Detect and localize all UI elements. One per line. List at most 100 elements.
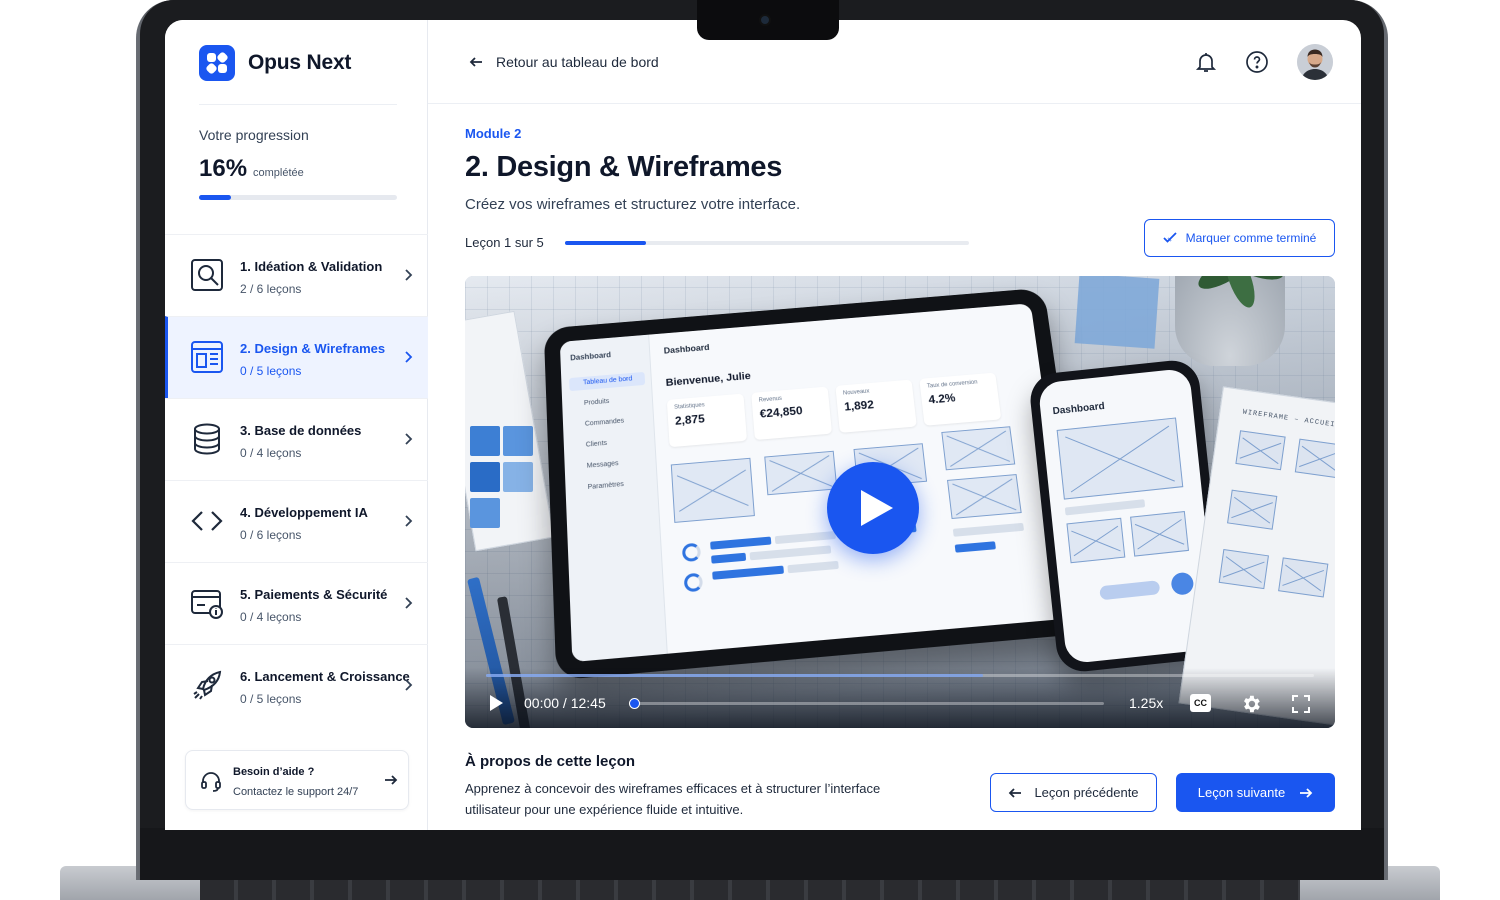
wireframe-placeholder: [1130, 511, 1189, 557]
support-title: Besoin d’aide ?: [233, 766, 314, 778]
phone-button: [1099, 580, 1160, 600]
module-item-ideation[interactable]: 1. Idéation & Validation 2 / 6 leçons: [165, 234, 428, 316]
tablet-nav-item: Messages: [572, 455, 649, 475]
module-lessons: 0 / 5 leçons: [240, 364, 301, 378]
help-icon[interactable]: [1245, 50, 1269, 74]
tablet-screen: Dashboard Tableau de bord Produits Comma…: [560, 303, 1075, 662]
module-title: 3. Base de données: [240, 423, 361, 438]
camera-icon: [761, 16, 769, 24]
camera-notch: [697, 0, 839, 40]
database-icon: [189, 421, 225, 457]
bar-mark: [711, 553, 746, 564]
code-icon: [189, 503, 225, 539]
bar-mark: [955, 541, 996, 552]
tablet-nav-item: Clients: [572, 434, 649, 454]
chevron-right-icon: [401, 514, 415, 528]
play-button[interactable]: [827, 462, 919, 554]
app-screen: Opus Next Votre progression 16% complété…: [165, 20, 1361, 830]
video-time: 00:00 / 12:45: [524, 695, 606, 711]
arrow-right-icon: [383, 772, 399, 788]
page-title: 2. Design & Wireframes: [465, 151, 782, 184]
bar-track: [775, 531, 836, 544]
tablet-nav-item: Commandes: [571, 413, 648, 433]
module-label: Module 2: [465, 126, 521, 141]
lesson-progress-bar: [565, 241, 969, 245]
laptop-chin: [140, 828, 1384, 880]
buffer-fill: [486, 674, 983, 677]
wireframe-placeholder: [1066, 518, 1125, 564]
fullscreen-icon[interactable]: [1291, 694, 1311, 714]
stat-card: Statistiques 2,875: [667, 394, 747, 448]
mark-complete-button[interactable]: Marquer comme terminé: [1144, 219, 1335, 257]
play-icon[interactable]: [487, 694, 505, 712]
seek-handle[interactable]: [629, 698, 640, 709]
chevron-right-icon: [401, 350, 415, 364]
next-lesson-label: Leçon suivante: [1198, 785, 1285, 800]
module-lessons: 2 / 6 leçons: [240, 282, 301, 296]
app-name: Opus Next: [248, 51, 351, 75]
bell-icon[interactable]: [1194, 50, 1218, 74]
wireframe-sketch: [1235, 430, 1285, 470]
wireframe-placeholder: [1057, 417, 1184, 499]
gear-icon[interactable]: [1240, 693, 1262, 715]
brand[interactable]: Opus Next: [199, 45, 351, 81]
progress-label: Votre progression: [199, 127, 309, 143]
module-item-ai-dev[interactable]: 4. Développement IA 0 / 6 leçons: [165, 480, 428, 562]
tablet-title: Dashboard: [664, 343, 710, 356]
video-player[interactable]: Dashboard Tableau de bord Produits Comma…: [465, 276, 1335, 728]
about-title: À propos de cette leçon: [465, 753, 635, 770]
tablet-sidebar: Dashboard Tableau de bord Produits Comma…: [560, 335, 668, 662]
tablet-nav-item: Produits: [570, 392, 646, 411]
tablet-nav-brand: Dashboard: [570, 351, 611, 363]
tablet-welcome: Bienvenue, Julie: [665, 371, 751, 389]
lesson-subtitle: Créez vos wireframes et structurez votre…: [465, 196, 800, 213]
stat-value: 1,892: [844, 395, 908, 413]
blueprint-paper: [1075, 276, 1160, 349]
module-lessons: 0 / 6 leçons: [240, 528, 301, 542]
chevron-right-icon: [401, 432, 415, 446]
notebook-title: WIREFRAME – ACCUEIL: [1242, 408, 1335, 430]
lesson-content: Module 2 2. Design & Wireframes Créez vo…: [428, 104, 1361, 830]
bar-track: [750, 545, 832, 560]
captions-button[interactable]: CC: [1190, 694, 1211, 712]
lesson-count: Leçon 1 sur 5: [465, 235, 544, 250]
module-item-database[interactable]: 3. Base de données 0 / 4 leçons: [165, 398, 428, 480]
playback-speed[interactable]: 1.25x: [1129, 695, 1163, 711]
stat-card: Revenus €24,850: [751, 387, 832, 441]
previous-lesson-button[interactable]: Leçon précédente: [990, 773, 1157, 812]
chevron-right-icon: [401, 678, 415, 692]
next-lesson-button[interactable]: Leçon suivante: [1176, 773, 1335, 812]
arrow-right-icon: [1299, 786, 1313, 800]
module-title: 5. Paiements & Sécurité: [240, 587, 387, 602]
back-to-dashboard-link[interactable]: Retour au tableau de bord: [468, 54, 659, 70]
card-lock-icon: [189, 585, 225, 621]
mark-complete-label: Marquer comme terminé: [1186, 231, 1317, 245]
rocket-icon: [189, 667, 225, 703]
bar-mark: [712, 566, 784, 580]
bar-track: [953, 523, 1024, 537]
check-icon: [1163, 231, 1177, 245]
sidebar: Opus Next Votre progression 16% complété…: [165, 20, 428, 830]
tablet-nav-item: Tableau de bord: [569, 372, 645, 391]
video-controls: 00:00 / 12:45 1.25x CC: [465, 668, 1335, 728]
avatar-image: [1297, 44, 1333, 80]
module-item-design[interactable]: 2. Design & Wireframes 0 / 5 leçons: [165, 316, 428, 398]
color-swatches: [465, 426, 540, 536]
progress-suffix: complétée: [253, 167, 304, 179]
bar-track: [787, 561, 838, 573]
progress-ring: [684, 573, 704, 593]
chevron-right-icon: [401, 596, 415, 610]
support-card[interactable]: Besoin d’aide ? Contactez le support 24/…: [185, 750, 409, 810]
module-title: 1. Idéation & Validation: [240, 259, 382, 274]
module-lessons: 0 / 4 leçons: [240, 446, 301, 460]
module-item-launch[interactable]: 6. Lancement & Croissance 0 / 5 leçons: [165, 644, 428, 726]
avatar[interactable]: [1297, 44, 1333, 80]
stat-value: €24,850: [759, 402, 823, 420]
module-item-payments[interactable]: 5. Paiements & Sécurité 0 / 4 leçons: [165, 562, 428, 644]
module-title: 4. Développement IA: [240, 505, 368, 520]
seek-bar[interactable]: [632, 702, 1104, 705]
arrow-left-icon: [468, 54, 484, 70]
play-icon: [857, 488, 895, 528]
module-lessons: 0 / 5 leçons: [240, 692, 301, 706]
wireframe-placeholder: [671, 458, 755, 523]
